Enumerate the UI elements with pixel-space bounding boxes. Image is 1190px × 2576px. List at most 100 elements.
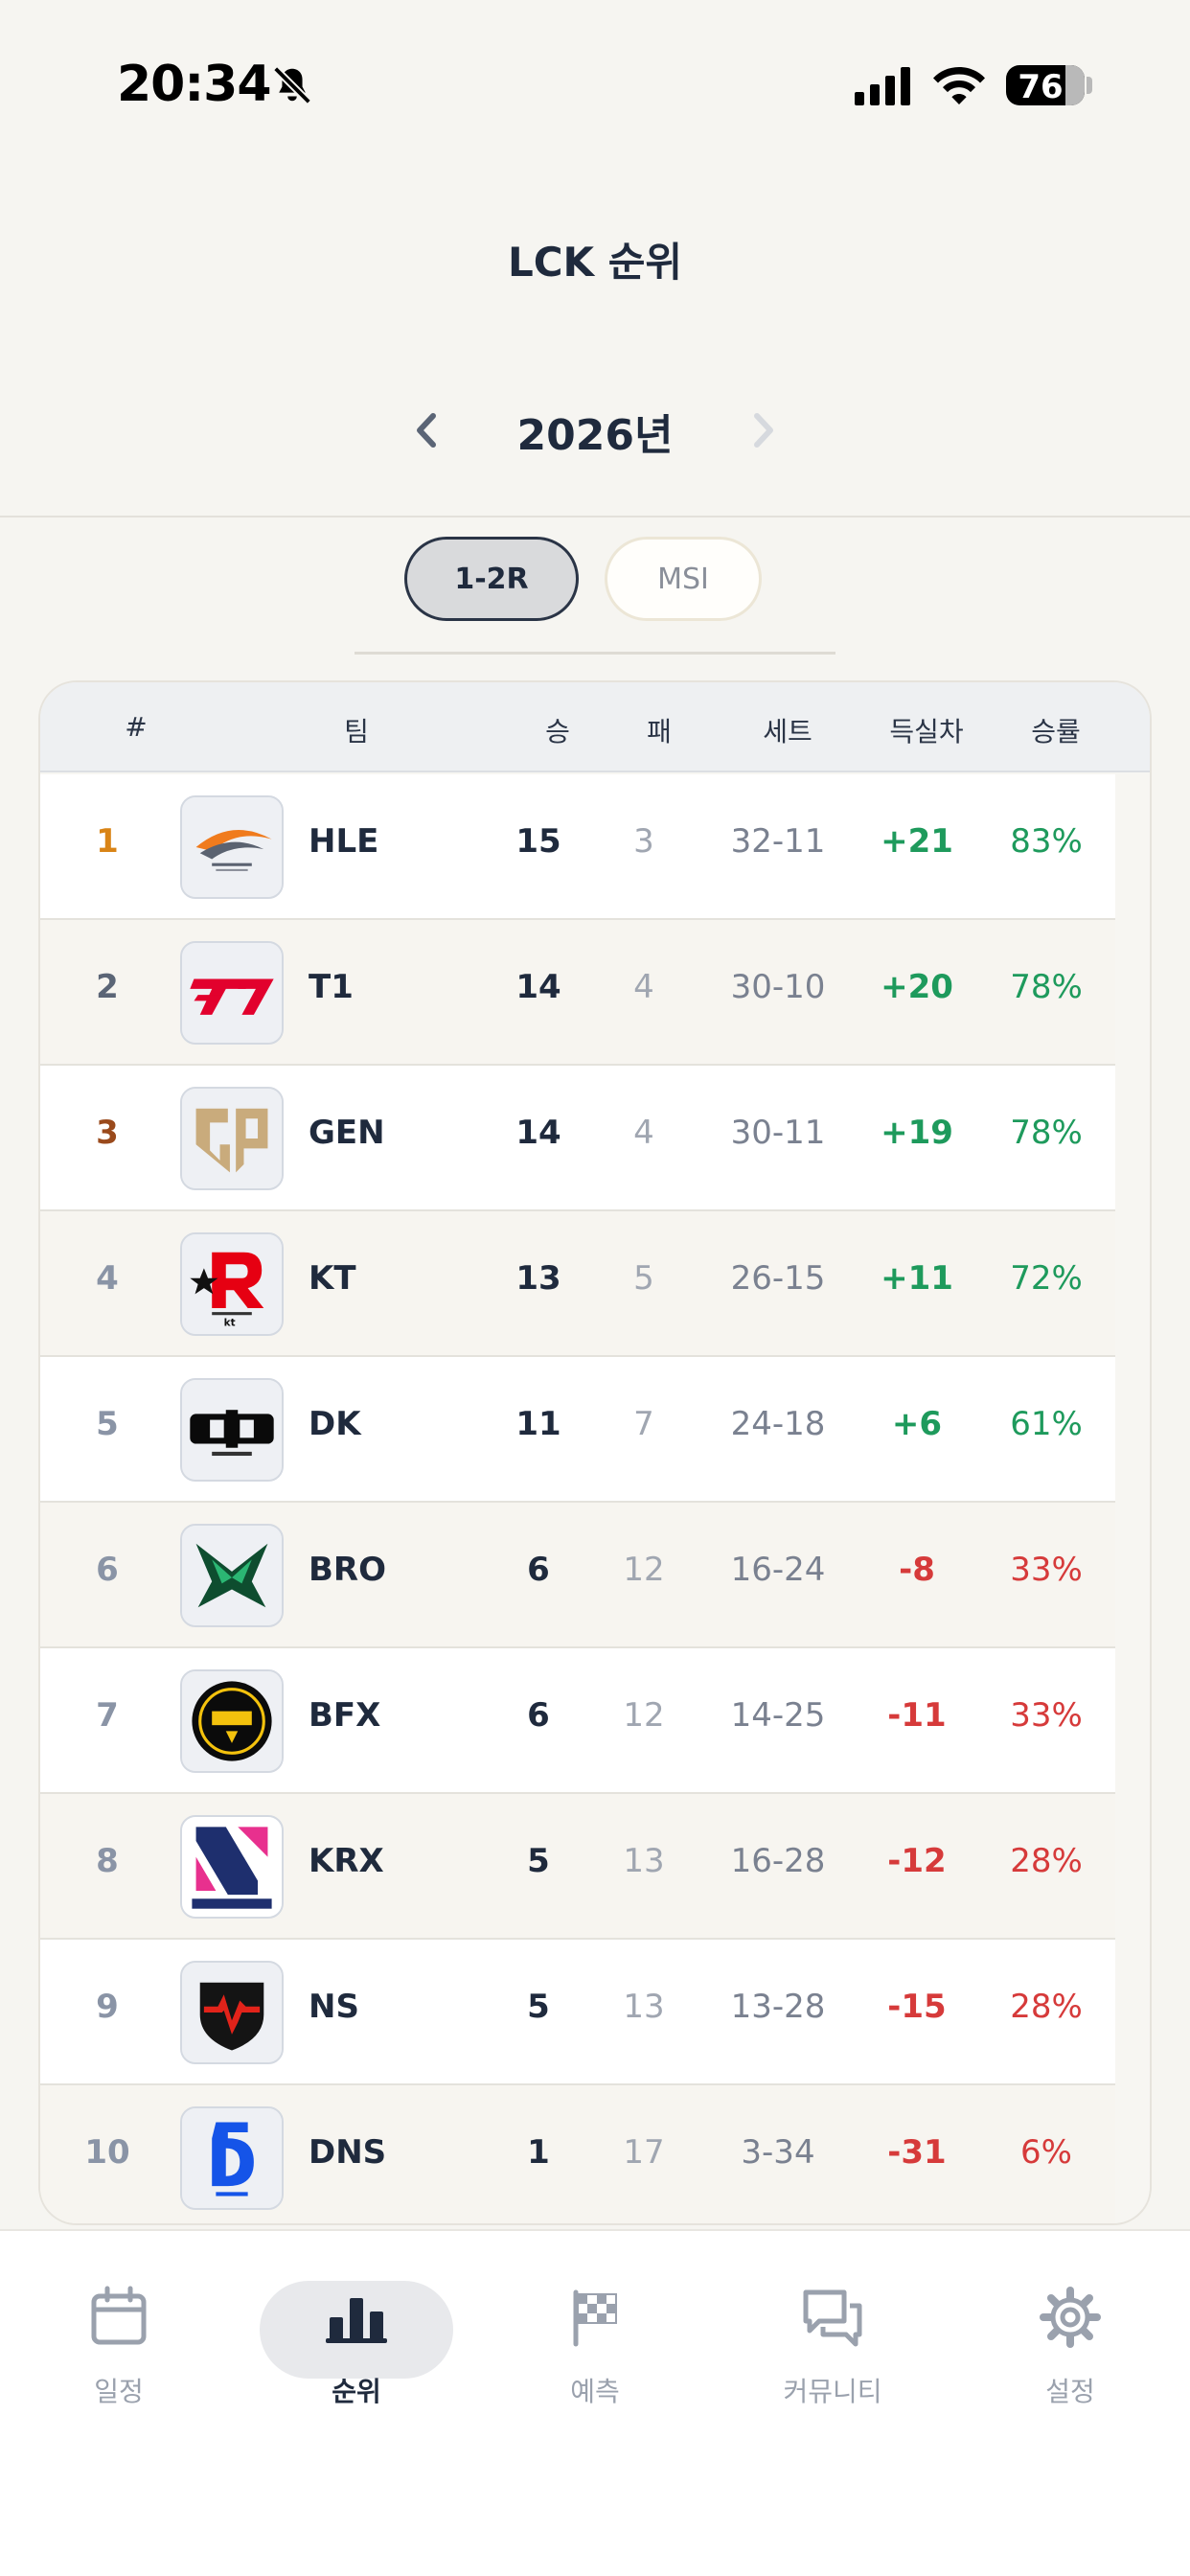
year-navigator: 2026년 — [0, 395, 1190, 462]
segment-msi[interactable]: MSI — [605, 537, 762, 621]
rate-cell: 28% — [1010, 1988, 1083, 2026]
loss-cell: 12 — [623, 1551, 665, 1589]
tab-settings[interactable]: 설정 — [974, 2285, 1166, 2419]
rate-cell: 78% — [1010, 968, 1083, 1006]
ns-logo-icon — [180, 1961, 284, 2064]
dk-logo-icon — [180, 1378, 284, 1482]
set-cell: 13-28 — [730, 1988, 826, 2026]
table-row[interactable]: 2 T1 14 4 30-10 +20 78% — [40, 920, 1115, 1066]
year-label: 2026년 — [516, 411, 674, 460]
header-diff: 득실차 — [889, 716, 964, 748]
table-row[interactable]: 8 KRX 5 13 16-28 -12 28% — [40, 1794, 1115, 1940]
loss-cell: 3 — [633, 822, 654, 861]
rank-cell: 10 — [84, 2133, 130, 2172]
svg-text:kt: kt — [224, 1318, 236, 1329]
rank-cell: 4 — [96, 1259, 119, 1298]
bell-muted-icon — [273, 66, 311, 104]
table-row[interactable]: 9 NS 5 13 13-28 -15 28% — [40, 1940, 1115, 2085]
loss-cell: 13 — [623, 1988, 665, 2026]
header-team: 팀 — [344, 716, 369, 748]
loss-cell: 17 — [623, 2133, 665, 2172]
set-cell: 30-10 — [730, 968, 826, 1006]
table-row[interactable]: 5 DK 11 7 24-18 +6 61% — [40, 1357, 1115, 1503]
win-cell: 1 — [527, 2133, 550, 2172]
table-row[interactable]: 3 GEN 14 4 30-11 +19 78% — [40, 1066, 1115, 1211]
rank-cell: 5 — [96, 1405, 119, 1443]
gear-icon — [1040, 2287, 1101, 2348]
diff-cell: +20 — [881, 968, 953, 1006]
loss-cell: 7 — [633, 1405, 654, 1443]
diff-cell: -12 — [887, 1842, 947, 1880]
battery-cap — [1087, 77, 1092, 94]
status-time: 20:34 — [117, 56, 272, 113]
set-cell: 26-15 — [730, 1259, 826, 1298]
status-bar: 20:34 76 — [0, 0, 1190, 172]
segment-underline — [355, 652, 835, 655]
dns-logo-icon — [180, 2106, 284, 2210]
tab-schedule[interactable]: 일정 — [23, 2285, 215, 2419]
table-row[interactable]: 1 HLE 15 3 32-11 +21 83% — [40, 774, 1115, 920]
segment-1-2r[interactable]: 1-2R — [404, 537, 579, 621]
hle-logo-icon — [180, 795, 284, 899]
team-name: BFX — [309, 1696, 381, 1735]
header-divider — [0, 516, 1190, 518]
loss-cell: 12 — [623, 1696, 665, 1735]
team-name: KRX — [309, 1842, 384, 1880]
chat-bubbles-icon — [803, 2289, 862, 2347]
loss-cell: 4 — [633, 968, 654, 1006]
bar-chart-icon — [326, 2298, 387, 2343]
set-cell: 30-11 — [730, 1114, 826, 1152]
diff-cell: -15 — [887, 1988, 947, 2026]
rank-cell: 3 — [96, 1114, 119, 1152]
diff-cell: +19 — [881, 1114, 953, 1152]
header-win: 승 — [545, 716, 570, 748]
standings-table: # 팀 승 패 세트 득실차 승률 1 HLE 15 3 32-11 +21 8… — [38, 680, 1152, 2225]
tab-community[interactable]: 커뮤니티 — [737, 2285, 928, 2419]
loss-cell: 5 — [633, 1259, 654, 1298]
bottom-tab-bar: 일정 순위 예측 커뮤니티 설정 — [0, 2229, 1190, 2576]
rate-cell: 78% — [1010, 1114, 1083, 1152]
team-name: HLE — [309, 822, 379, 861]
win-cell: 5 — [527, 1842, 550, 1880]
win-cell: 14 — [515, 1114, 561, 1152]
krx-logo-icon — [180, 1815, 284, 1919]
diff-cell: +11 — [881, 1259, 953, 1298]
table-header: # 팀 승 패 세트 득실차 승률 — [40, 682, 1150, 772]
win-cell: 6 — [527, 1696, 550, 1735]
calendar-icon — [91, 2286, 147, 2345]
rate-cell: 33% — [1010, 1696, 1083, 1735]
rank-cell: 2 — [96, 968, 119, 1006]
set-cell: 16-28 — [730, 1842, 826, 1880]
team-name: BRO — [309, 1551, 386, 1589]
gen-logo-icon — [180, 1087, 284, 1190]
team-name: T1 — [309, 968, 354, 1006]
win-cell: 6 — [527, 1551, 550, 1589]
loss-cell: 13 — [623, 1842, 665, 1880]
diff-cell: -11 — [887, 1696, 947, 1735]
tab-standings[interactable]: 순위 — [261, 2285, 452, 2419]
kt-logo-icon: kt — [180, 1232, 284, 1336]
rank-cell: 1 — [96, 822, 119, 861]
chevron-right-icon[interactable] — [740, 406, 788, 454]
rank-cell: 8 — [96, 1842, 119, 1880]
table-row[interactable]: 6 BRO 6 12 16-24 -8 33% — [40, 1503, 1115, 1648]
rate-cell: 83% — [1010, 822, 1083, 861]
loss-cell: 4 — [633, 1114, 654, 1152]
cellular-signal-icon — [855, 67, 910, 105]
tab-prediction[interactable]: 예측 — [499, 2285, 691, 2419]
diff-cell: +6 — [891, 1405, 943, 1443]
t1-logo-icon — [180, 941, 284, 1045]
checkered-flag-icon — [573, 2289, 617, 2347]
win-cell: 11 — [515, 1405, 561, 1443]
table-row[interactable]: 4 kt KT 13 5 26-15 +11 72% — [40, 1211, 1115, 1357]
table-row[interactable]: 7 BFX 6 12 14-25 -11 33% — [40, 1648, 1115, 1794]
rate-cell: 28% — [1010, 1842, 1083, 1880]
set-cell: 32-11 — [730, 822, 826, 861]
team-name: DNS — [309, 2133, 387, 2172]
table-row[interactable]: 10 DNS 1 17 3-34 -31 6% — [40, 2085, 1115, 2223]
rate-cell: 6% — [1020, 2133, 1072, 2172]
set-cell: 3-34 — [741, 2133, 815, 2172]
tab-label: 순위 — [332, 2376, 381, 2407]
tab-label: 커뮤니티 — [783, 2376, 882, 2407]
page-title: LCK 순위 — [507, 239, 683, 286]
